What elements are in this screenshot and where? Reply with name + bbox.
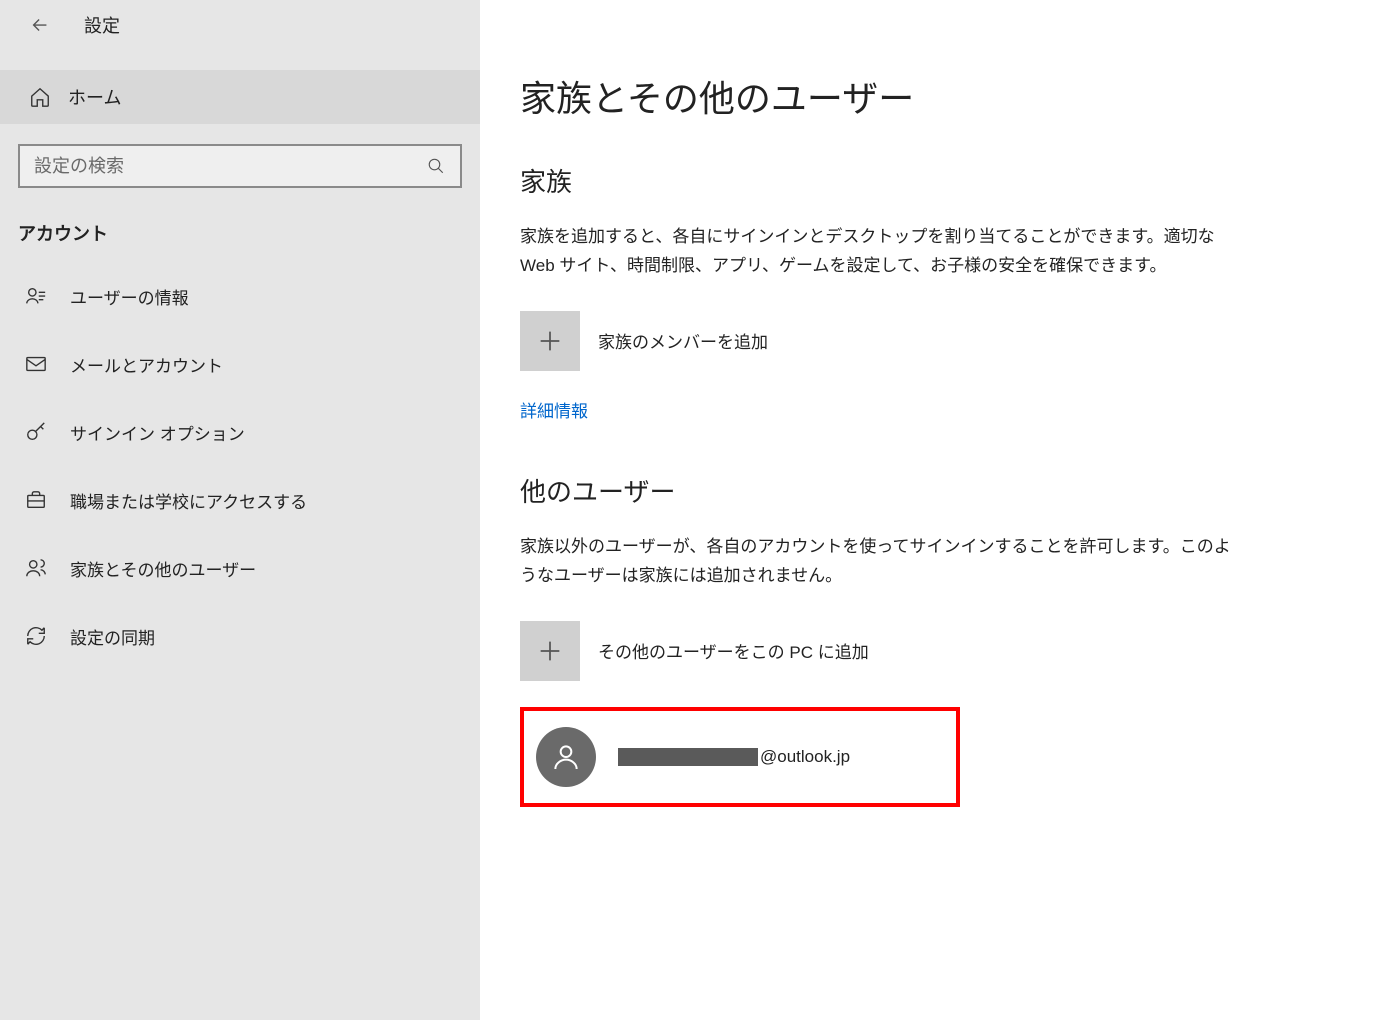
others-section-title: 他のユーザー [520, 472, 1353, 509]
sidebar-item-label: 家族とその他のユーザー [70, 556, 256, 581]
email-suffix: @outlook.jp [760, 747, 850, 767]
mail-icon [22, 350, 50, 378]
sidebar-item-email[interactable]: メールとアカウント [0, 330, 480, 398]
sidebar-item-signin[interactable]: サインイン オプション [0, 398, 480, 466]
sidebar-item-sync[interactable]: 設定の同期 [0, 602, 480, 670]
search-icon [426, 156, 446, 176]
sidebar-item-family[interactable]: 家族とその他のユーザー [0, 534, 480, 602]
sidebar-item-home[interactable]: ホーム [0, 70, 480, 124]
sidebar-item-user-info[interactable]: ユーザーの情報 [0, 262, 480, 330]
page-title: 家族とその他のユーザー [520, 70, 1353, 122]
sidebar-item-label: ユーザーの情報 [70, 284, 189, 309]
plus-icon [520, 311, 580, 371]
main-content: 家族とその他のユーザー 家族 家族を追加すると、各自にサインインとデスクトップを… [480, 0, 1393, 1020]
family-section-title: 家族 [520, 162, 1353, 199]
user-account-row[interactable]: @outlook.jp [520, 707, 960, 807]
add-family-member-button[interactable]: 家族のメンバーを追加 [520, 311, 1353, 371]
home-label: ホーム [68, 84, 121, 110]
user-email: @outlook.jp [618, 747, 850, 767]
plus-icon [520, 621, 580, 681]
family-section-desc: 家族を追加すると、各自にサインインとデスクトップを割り当てることができます。適切… [520, 223, 1240, 281]
sidebar-item-label: サインイン オプション [70, 420, 245, 445]
search-input[interactable] [34, 156, 426, 177]
briefcase-icon [22, 486, 50, 514]
user-card-icon [22, 282, 50, 310]
sidebar-item-work-school[interactable]: 職場または学校にアクセスする [0, 466, 480, 534]
home-icon [28, 85, 52, 109]
sidebar-item-label: 職場または学校にアクセスする [70, 488, 307, 513]
add-other-user-button[interactable]: その他のユーザーをこの PC に追加 [520, 621, 1353, 681]
sidebar-item-label: メールとアカウント [70, 352, 223, 377]
header-bar: 設定 [0, 0, 480, 50]
add-family-label: 家族のメンバーを追加 [598, 328, 768, 353]
details-link[interactable]: 詳細情報 [520, 397, 588, 422]
category-label: アカウント [0, 208, 480, 262]
people-icon [22, 554, 50, 582]
key-icon [22, 418, 50, 446]
user-avatar-icon [536, 727, 596, 787]
others-section-desc: 家族以外のユーザーが、各自のアカウントを使ってサインインすることを許可します。こ… [520, 533, 1240, 591]
sidebar-item-label: 設定の同期 [70, 624, 155, 649]
redacted-name [618, 748, 758, 766]
sync-icon [22, 622, 50, 650]
search-box[interactable] [18, 144, 462, 188]
sidebar: 設定 ホーム アカウント ユーザーの情報 メールとアカウント サインイン オプシ… [0, 0, 480, 1020]
add-other-label: その他のユーザーをこの PC に追加 [598, 638, 869, 663]
back-button[interactable] [20, 5, 60, 45]
arrow-left-icon [29, 14, 51, 36]
header-title: 設定 [84, 12, 120, 38]
